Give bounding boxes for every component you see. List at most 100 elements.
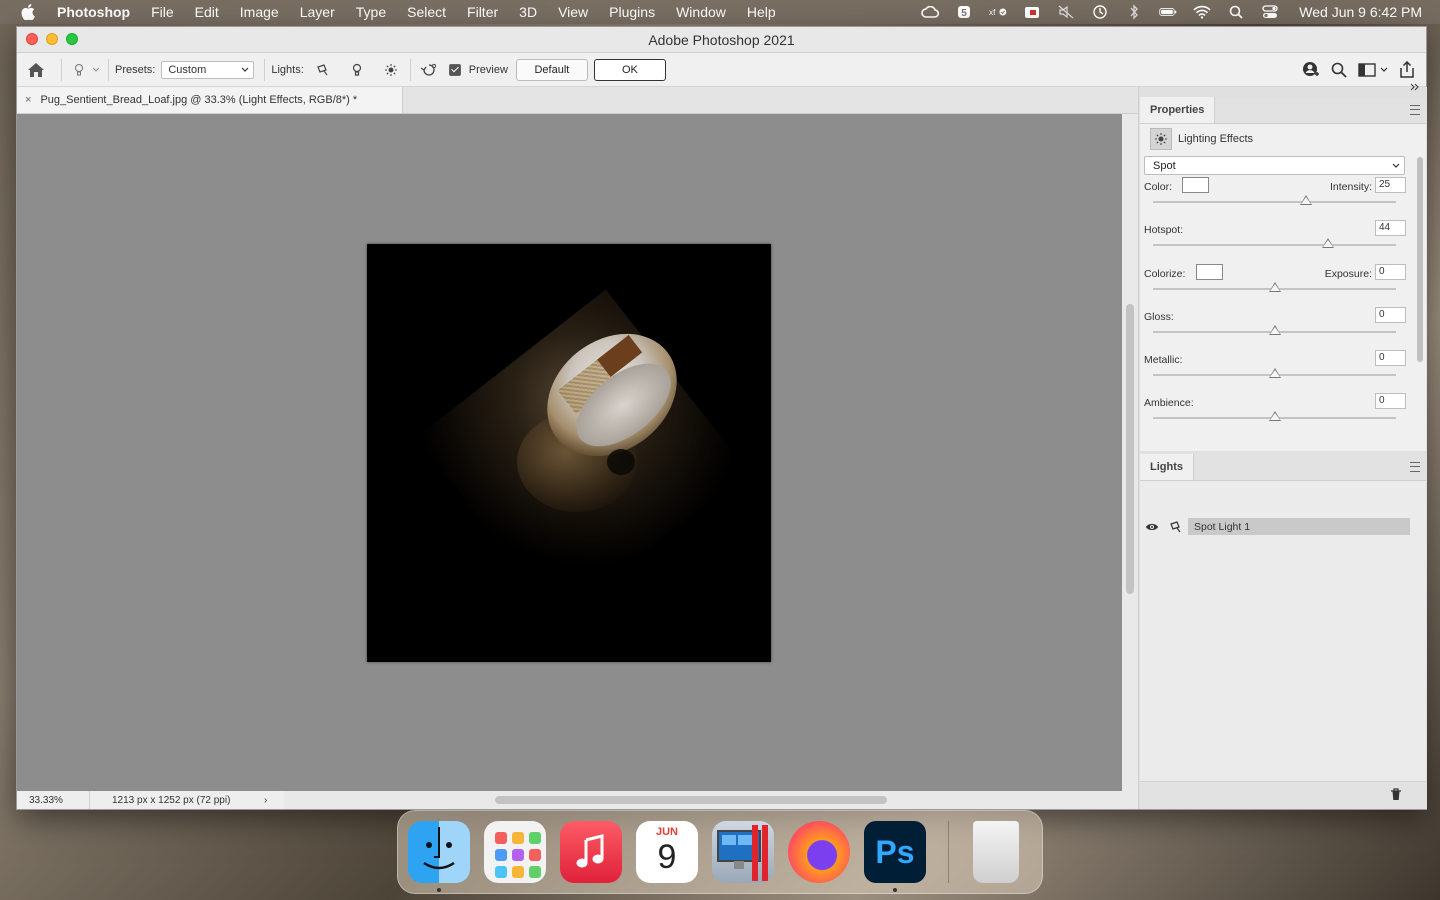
exposure-field[interactable]: 0 xyxy=(1375,264,1406,280)
dock-app-launchpad[interactable] xyxy=(484,821,546,883)
ambience-field[interactable]: 0 xyxy=(1375,393,1406,409)
presets-label: Presets: xyxy=(115,63,156,76)
hotspot-slider-track[interactable] xyxy=(1153,244,1396,246)
gloss-slider-handle[interactable] xyxy=(1268,325,1281,335)
menu-image[interactable]: Image xyxy=(240,4,279,20)
workspace-icon[interactable] xyxy=(1356,59,1378,81)
scroll-thumb[interactable] xyxy=(1126,304,1134,594)
metallic-slider-handle[interactable] xyxy=(1268,368,1281,378)
light-list-item[interactable]: Spot Light 1 xyxy=(1140,518,1410,535)
time-machine-icon[interactable] xyxy=(1091,4,1109,20)
ambience-slider-handle[interactable] xyxy=(1268,411,1281,421)
document-tab[interactable]: × Pug_Sentient_Bread_Loaf.jpg @ 33.3% (L… xyxy=(17,87,403,113)
hotspot-field[interactable]: 44 xyxy=(1375,220,1406,236)
metallic-field[interactable]: 0 xyxy=(1375,350,1406,366)
export-share-icon[interactable] xyxy=(1396,59,1418,81)
light-color-swatch[interactable] xyxy=(1182,177,1209,193)
exposure-slider-handle[interactable] xyxy=(1268,282,1281,292)
reset-lights-icon[interactable] xyxy=(417,59,439,81)
dock-app-finder[interactable] xyxy=(408,821,470,892)
dock-app-music[interactable] xyxy=(560,821,622,883)
infinite-light-add-icon[interactable] xyxy=(380,59,402,81)
dock-app-firefox[interactable] xyxy=(788,821,850,883)
search-icon[interactable] xyxy=(1328,59,1350,81)
trash-icon[interactable] xyxy=(1390,788,1402,806)
options-bar-right xyxy=(1294,53,1418,86)
presets-dropdown[interactable]: Custom xyxy=(161,60,255,79)
battery-icon[interactable] xyxy=(1159,4,1177,20)
menu-app-photoshop[interactable]: Photoshop xyxy=(57,4,130,20)
menu-layer[interactable]: Layer xyxy=(300,4,335,20)
menu-filter[interactable]: Filter xyxy=(467,4,498,20)
eye-visibility-icon[interactable] xyxy=(1140,522,1164,532)
light-type-value: Spot xyxy=(1153,159,1176,172)
tab-lights[interactable]: Lights xyxy=(1140,454,1194,480)
zoom-window-button[interactable] xyxy=(66,33,78,45)
spot-light-add-icon[interactable] xyxy=(312,59,334,81)
close-document-icon[interactable]: × xyxy=(25,94,31,106)
hotspot-row: Hotspot: 44 xyxy=(1140,218,1426,262)
status-expand-icon[interactable]: › xyxy=(252,795,284,806)
pug-face xyxy=(607,449,635,475)
chevron-down-icon[interactable] xyxy=(1378,59,1390,81)
preview-checkbox[interactable] xyxy=(448,63,461,76)
menu-view[interactable]: View xyxy=(558,4,588,20)
menu-clock[interactable]: Wed Jun 9 6:42 PM xyxy=(1299,4,1422,20)
colorize-exposure-row: Colorize: Exposure: 0 xyxy=(1140,262,1426,305)
lighting-effects-icon xyxy=(1150,128,1172,150)
wifi-icon[interactable] xyxy=(1193,4,1211,20)
light-type-dropdown[interactable]: Spot xyxy=(1144,156,1405,175)
menu-file[interactable]: File xyxy=(151,4,174,20)
running-indicator xyxy=(893,888,897,892)
home-icon[interactable] xyxy=(25,59,47,81)
gloss-field[interactable]: 0 xyxy=(1375,307,1406,323)
control-center-icon[interactable] xyxy=(1261,4,1279,20)
light-bulb-preset-icon[interactable] xyxy=(68,59,90,81)
panel-menu-icon[interactable] xyxy=(1410,105,1420,115)
spotlight-icon[interactable] xyxy=(1227,4,1245,20)
dock-app-calendar[interactable]: JUN 9 xyxy=(636,821,698,883)
panel-menu-icon[interactable] xyxy=(1410,462,1420,472)
xf-icon[interactable]: xf xyxy=(989,4,1007,20)
vertical-scrollbar[interactable] xyxy=(1122,114,1138,791)
ok-button[interactable]: OK xyxy=(593,58,666,81)
menu-window[interactable]: Window xyxy=(676,4,726,20)
menu-type[interactable]: Type xyxy=(356,4,386,20)
minimize-window-button[interactable] xyxy=(46,33,58,45)
default-button[interactable]: Default xyxy=(515,58,588,81)
intensity-field[interactable]: 25 xyxy=(1375,177,1406,193)
point-light-add-icon[interactable] xyxy=(346,59,368,81)
5-badge-icon[interactable]: 5 xyxy=(955,4,973,20)
chevron-down-icon[interactable] xyxy=(90,59,102,81)
collapse-panels-icon[interactable] xyxy=(1410,83,1420,94)
tab-properties[interactable]: Properties xyxy=(1140,97,1216,123)
menu-bar: Photoshop File Edit Image Layer Type Sel… xyxy=(0,0,1440,24)
photo-icon[interactable] xyxy=(1023,4,1041,20)
colorize-swatch[interactable] xyxy=(1196,264,1223,280)
intensity-slider-handle[interactable] xyxy=(1300,195,1313,205)
close-window-button[interactable] xyxy=(26,33,38,45)
share-user-icon[interactable] xyxy=(1300,59,1322,81)
properties-scrollbar[interactable] xyxy=(1416,157,1424,447)
menu-select[interactable]: Select xyxy=(407,4,446,20)
dock-app-photoshop[interactable]: Ps xyxy=(864,821,926,892)
hotspot-slider-handle[interactable] xyxy=(1321,238,1334,248)
intensity-slider-track[interactable] xyxy=(1153,201,1396,203)
dock-app-parallels[interactable] xyxy=(712,821,774,883)
intensity-label: Intensity: xyxy=(1329,181,1372,193)
photoshop-app-label: Ps xyxy=(875,833,915,870)
apple-menu-icon[interactable] xyxy=(21,4,37,20)
scroll-thumb[interactable] xyxy=(495,796,887,804)
menu-help[interactable]: Help xyxy=(747,4,776,20)
menu-plugins[interactable]: Plugins xyxy=(609,4,655,20)
canvas-area[interactable] xyxy=(17,114,1122,791)
menu-edit[interactable]: Edit xyxy=(195,4,219,20)
menu-3d[interactable]: 3D xyxy=(519,4,537,20)
scroll-thumb[interactable] xyxy=(1417,157,1423,362)
document-image[interactable] xyxy=(367,244,771,662)
zoom-level[interactable]: 33.33% xyxy=(17,791,90,809)
dock-trash-icon[interactable] xyxy=(973,821,1019,883)
creative-cloud-icon[interactable] xyxy=(921,4,940,20)
bluetooth-icon[interactable] xyxy=(1125,4,1143,20)
mute-icon[interactable] xyxy=(1057,4,1075,20)
